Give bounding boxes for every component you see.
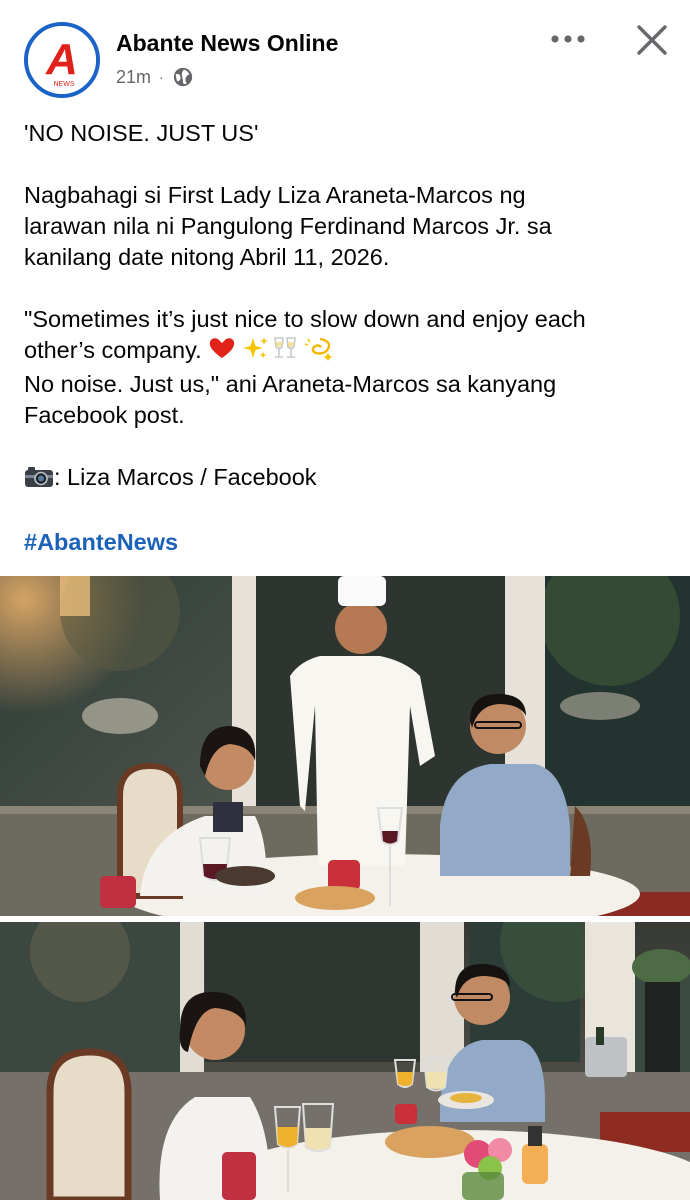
emoji-sequence bbox=[208, 335, 340, 369]
body-line: Nagbahagi si First Lady Liza Araneta-Mar… bbox=[24, 182, 526, 208]
post-body: 'NO NOISE. JUST US' Nagbahagi si First L… bbox=[24, 118, 674, 558]
page-avatar[interactable]: A NEWS bbox=[24, 22, 100, 98]
emoji-icons bbox=[210, 337, 334, 361]
page-name-link[interactable]: Abante News Online bbox=[116, 30, 338, 57]
post-photo-2[interactable] bbox=[0, 922, 690, 1200]
post-headline: 'NO NOISE. JUST US' bbox=[24, 120, 259, 146]
svg-text:A: A bbox=[45, 35, 78, 84]
body-line: larawan nila ni Pangulong Ferdinand Marc… bbox=[24, 213, 552, 239]
post-timestamp[interactable]: 21m bbox=[116, 67, 151, 88]
close-button[interactable] bbox=[630, 18, 674, 62]
post-meta: 21m · bbox=[116, 66, 194, 88]
more-horizontal-icon bbox=[551, 35, 585, 43]
post-photo-1[interactable] bbox=[0, 576, 690, 916]
post-header: A NEWS Abante News Online 21m · bbox=[0, 0, 690, 110]
quote-line-text: other’s company. bbox=[24, 337, 202, 363]
photo-credit-text: : Liza Marcos / Facebook bbox=[54, 464, 317, 490]
globe-icon bbox=[172, 66, 194, 88]
close-icon bbox=[637, 25, 667, 55]
meta-separator: · bbox=[159, 69, 164, 85]
svg-text:NEWS: NEWS bbox=[54, 81, 75, 88]
quote-line: Facebook post. bbox=[24, 402, 185, 428]
hashtag-link[interactable]: #AbanteNews bbox=[24, 527, 674, 558]
body-line: kanilang date nitong Abril 11, 2026. bbox=[24, 244, 390, 270]
abante-logo-icon: A NEWS bbox=[28, 26, 96, 94]
photo-credit: : Liza Marcos / Facebook bbox=[24, 462, 674, 496]
more-options-button[interactable] bbox=[546, 22, 590, 56]
camera-icon bbox=[24, 465, 54, 496]
quote-line: No noise. Just us," ani Araneta-Marcos s… bbox=[24, 371, 557, 397]
quote-line: other’s company. bbox=[24, 335, 674, 369]
quote-line: "Sometimes it’s just nice to slow down a… bbox=[24, 306, 586, 332]
